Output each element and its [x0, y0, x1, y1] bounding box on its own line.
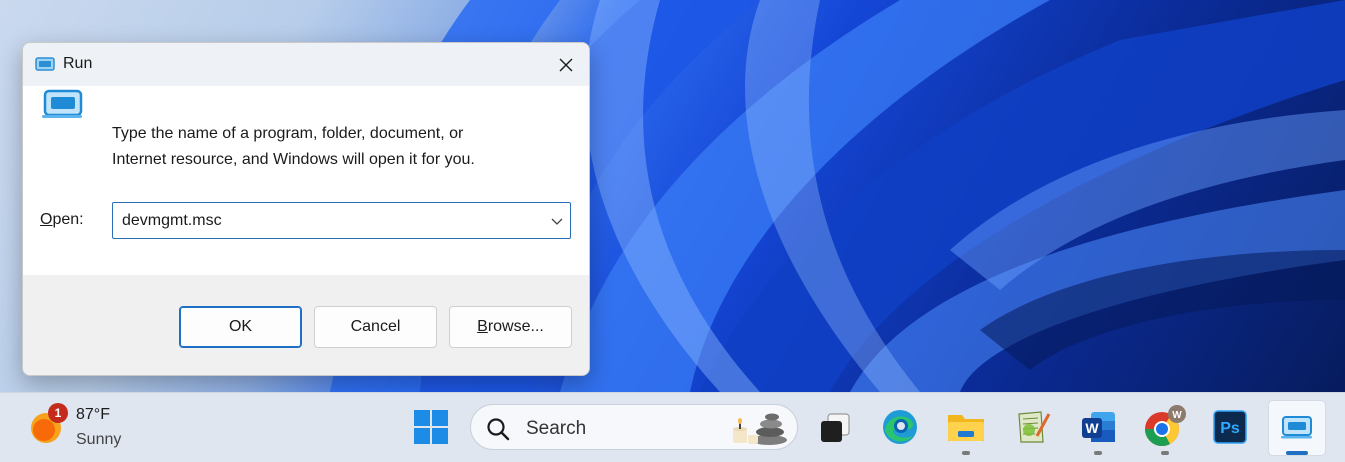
dialog-title: Run — [63, 55, 93, 72]
open-combobox[interactable] — [112, 202, 571, 239]
edge-icon — [883, 410, 917, 444]
running-indicator — [962, 451, 970, 455]
search-icon — [487, 418, 510, 441]
taskbar-word[interactable]: W — [1076, 405, 1120, 449]
taskbar: 1 87°F Sunny Search W W Ps — [0, 392, 1345, 462]
windows-logo-icon — [414, 410, 448, 444]
taskbar-notepad-plus-plus[interactable] — [1010, 405, 1054, 449]
taskbar-task-view[interactable] — [813, 405, 857, 449]
open-label: Open: — [40, 211, 84, 229]
weather-temperature: 87°F — [76, 406, 110, 423]
run-icon — [1281, 416, 1312, 439]
open-label-mnemonic: O — [40, 211, 53, 228]
active-window-indicator — [1286, 451, 1308, 455]
run-dialog: Run Type the name of a program, folder, … — [22, 42, 590, 376]
taskbar-photoshop[interactable]: Ps — [1208, 405, 1252, 449]
cancel-button[interactable]: Cancel — [314, 306, 437, 348]
word-letter: W — [1085, 420, 1099, 436]
open-label-text: pen: — [52, 211, 84, 228]
photoshop-letters: Ps — [1220, 420, 1240, 437]
folder-icon — [948, 415, 984, 441]
ok-button[interactable]: OK — [179, 306, 302, 348]
run-large-icon — [42, 89, 83, 118]
weather-condition: Sunny — [76, 431, 122, 448]
running-indicator — [1094, 451, 1102, 455]
open-input[interactable] — [113, 203, 533, 238]
taskbar-edge[interactable] — [878, 405, 922, 449]
chrome-profile-letter: W — [1172, 410, 1182, 421]
notepad-icon — [1018, 411, 1051, 443]
browse-label: rowse... — [487, 318, 544, 335]
close-icon — [559, 58, 573, 71]
taskbar-chrome[interactable]: W — [1142, 405, 1186, 449]
task-view-icon — [821, 413, 850, 442]
browse-button[interactable]: Browse... — [449, 306, 572, 348]
start-button[interactable] — [409, 405, 453, 449]
dialog-titlebar[interactable]: Run — [23, 43, 589, 86]
photoshop-icon: Ps — [1213, 410, 1247, 444]
running-indicator — [1161, 451, 1169, 455]
close-button[interactable] — [543, 43, 589, 86]
dialog-body — [23, 86, 589, 275]
browse-mnemonic: B — [477, 318, 488, 335]
weather-badge: 1 — [48, 403, 68, 423]
description-line-2: Internet resource, and Windows will open… — [112, 151, 475, 168]
search-highlight-stones-icon — [733, 413, 787, 445]
word-icon: W — [1082, 412, 1115, 442]
chevron-down-icon[interactable] — [550, 214, 564, 228]
taskbar-search[interactable]: Search — [470, 404, 798, 450]
dialog-description: Type the name of a program, folder, docu… — [112, 121, 475, 173]
run-app-icon — [35, 57, 55, 71]
search-label: Search — [526, 418, 587, 439]
taskbar-run[interactable] — [1268, 400, 1326, 456]
taskbar-file-explorer[interactable] — [944, 405, 988, 449]
description-line-1: Type the name of a program, folder, docu… — [112, 125, 464, 142]
chrome-icon: W — [1145, 405, 1186, 446]
